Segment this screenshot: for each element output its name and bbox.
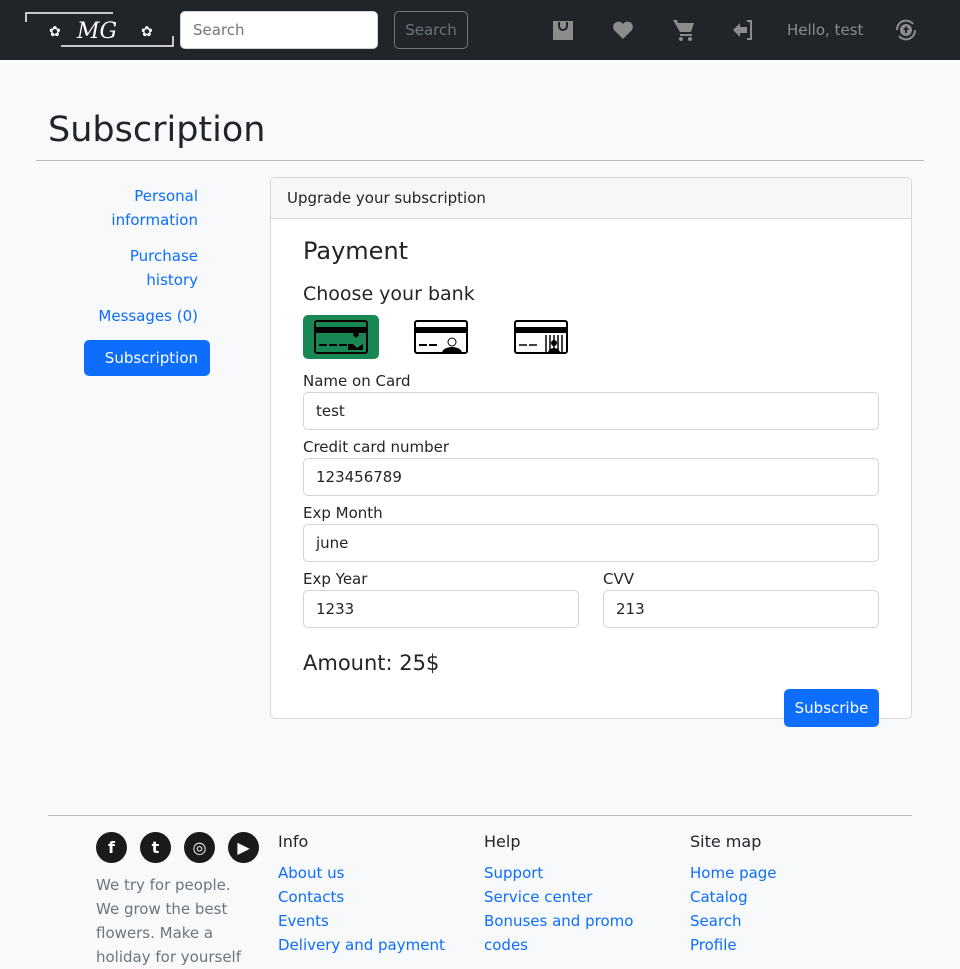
- footer-link[interactable]: Contacts: [278, 885, 445, 909]
- twitter-icon[interactable]: t: [140, 832, 171, 863]
- sidebar-item-personal-information[interactable]: Personal information: [84, 184, 210, 232]
- footer-link[interactable]: Delivery and payment: [278, 933, 445, 957]
- svg-text:✿: ✿: [141, 24, 153, 40]
- footer-link[interactable]: Search: [690, 909, 777, 933]
- card-person-icon: [414, 320, 468, 354]
- subscribe-button[interactable]: Subscribe: [784, 689, 879, 727]
- info-title: Info: [278, 832, 309, 851]
- facebook-icon[interactable]: f: [96, 832, 127, 863]
- logo[interactable]: ✿ ✿ MG: [25, 12, 175, 47]
- search-button[interactable]: Search: [394, 11, 468, 49]
- greeting[interactable]: Hello, test: [787, 21, 863, 39]
- footer-link[interactable]: Profile: [690, 933, 777, 957]
- exp-month-label: Exp Month: [303, 504, 383, 522]
- card-number-label: Credit card number: [303, 438, 450, 456]
- exp-month-input[interactable]: june: [303, 524, 879, 562]
- subscription-card: Upgrade your subscription Payment Choose…: [270, 177, 912, 727]
- footer-about: We try for people. We grow the best flow…: [96, 876, 241, 966]
- sidebar-item-purchase-history[interactable]: Purchase history: [84, 244, 210, 292]
- sidebar-item-subscription[interactable]: Subscription: [84, 340, 210, 376]
- cvv-label: CVV: [603, 570, 634, 588]
- cart-icon[interactable]: [672, 18, 696, 42]
- divider: [36, 160, 924, 161]
- footer-info: Info About us Contacts Events Delivery a…: [278, 830, 445, 957]
- logo-text: MG: [76, 19, 117, 44]
- card-heart-icon: [314, 320, 368, 354]
- sidebar-item-messages[interactable]: Messages (0): [84, 304, 210, 328]
- choose-bank-label: Choose your bank: [303, 283, 475, 305]
- social-links: f t ◎ ▶: [96, 832, 259, 863]
- page-title: Subscription: [48, 110, 266, 150]
- instagram-icon[interactable]: ◎: [184, 832, 215, 863]
- logout-icon[interactable]: [731, 18, 755, 42]
- footer-link[interactable]: About us: [278, 861, 445, 885]
- footer-link[interactable]: Home page: [690, 861, 777, 885]
- bag-icon[interactable]: [551, 18, 575, 42]
- bank-option-charity[interactable]: [303, 315, 379, 359]
- name-label: Name on Card: [303, 372, 411, 390]
- card-number-input[interactable]: 123456789: [303, 458, 879, 496]
- footer-link[interactable]: Catalog: [690, 885, 777, 909]
- exp-year-label: Exp Year: [303, 570, 368, 588]
- sync-upload-icon[interactable]: [894, 18, 918, 42]
- card-header: Upgrade your subscription: [271, 178, 911, 219]
- card-prison-icon: [514, 320, 568, 354]
- logo-frame-icon: ✿ ✿ MG: [25, 12, 174, 47]
- heart-icon[interactable]: [611, 18, 635, 42]
- bank-option-elderly[interactable]: [403, 315, 479, 359]
- payment-title: Payment: [303, 237, 409, 265]
- footer-link[interactable]: Bonuses and promo codes: [484, 909, 644, 957]
- footer-sitemap: Site map Home page Catalog Search Profil…: [690, 830, 777, 957]
- bank-option-prison[interactable]: [503, 315, 579, 359]
- help-title: Help: [484, 832, 521, 851]
- name-on-card-input[interactable]: test: [303, 392, 879, 430]
- exp-year-input[interactable]: 1233: [303, 590, 579, 628]
- amount: Amount: 25$: [303, 651, 440, 675]
- youtube-icon[interactable]: ▶: [228, 832, 259, 863]
- sitemap-title: Site map: [690, 832, 762, 851]
- cvv-input[interactable]: 213: [603, 590, 879, 628]
- footer-link[interactable]: Service center: [484, 885, 644, 909]
- footer-help: Help Support Service center Bonuses and …: [484, 830, 644, 957]
- svg-text:✿: ✿: [49, 24, 61, 40]
- sidebar: Personal information Purchase history Me…: [84, 184, 210, 388]
- footer-link[interactable]: Support: [484, 861, 644, 885]
- search-input[interactable]: [180, 11, 378, 49]
- footer-link[interactable]: Events: [278, 909, 445, 933]
- footer-divider: [48, 815, 912, 816]
- navbar: ✿ ✿ MG Search Hello, test: [0, 0, 960, 60]
